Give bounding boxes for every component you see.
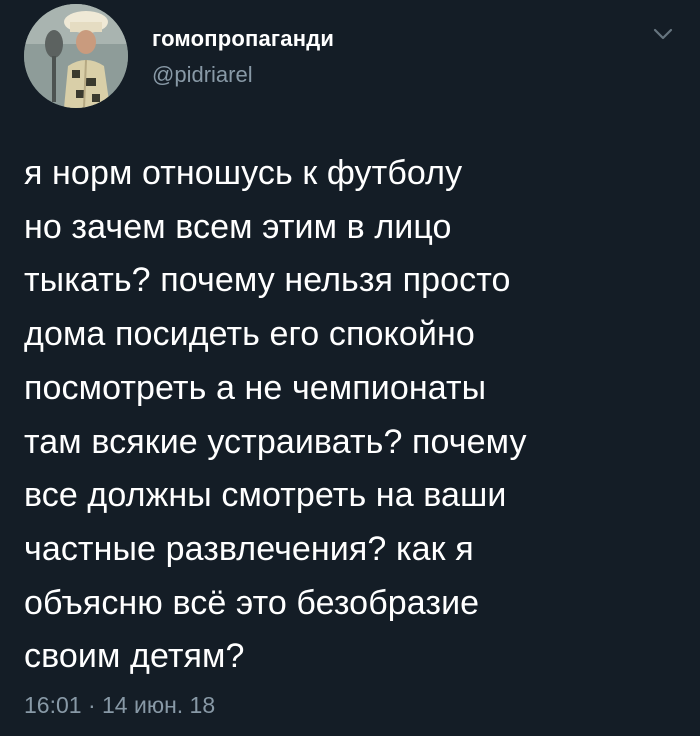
tweet-card: гомопропаганди @pidriarel я норм отношус… [0, 0, 700, 736]
avatar[interactable] [24, 4, 128, 108]
tweet-timestamp[interactable]: 16:01 · 14 июн. 18 [24, 692, 215, 719]
chevron-down-icon[interactable] [652, 26, 674, 42]
display-name[interactable]: гомопропаганди [152, 26, 334, 52]
user-handle[interactable]: @pidriarel [152, 62, 253, 88]
tweet-text: я норм отношусь к футболу но зачем всем … [24, 154, 527, 676]
avatar-image [24, 4, 128, 108]
